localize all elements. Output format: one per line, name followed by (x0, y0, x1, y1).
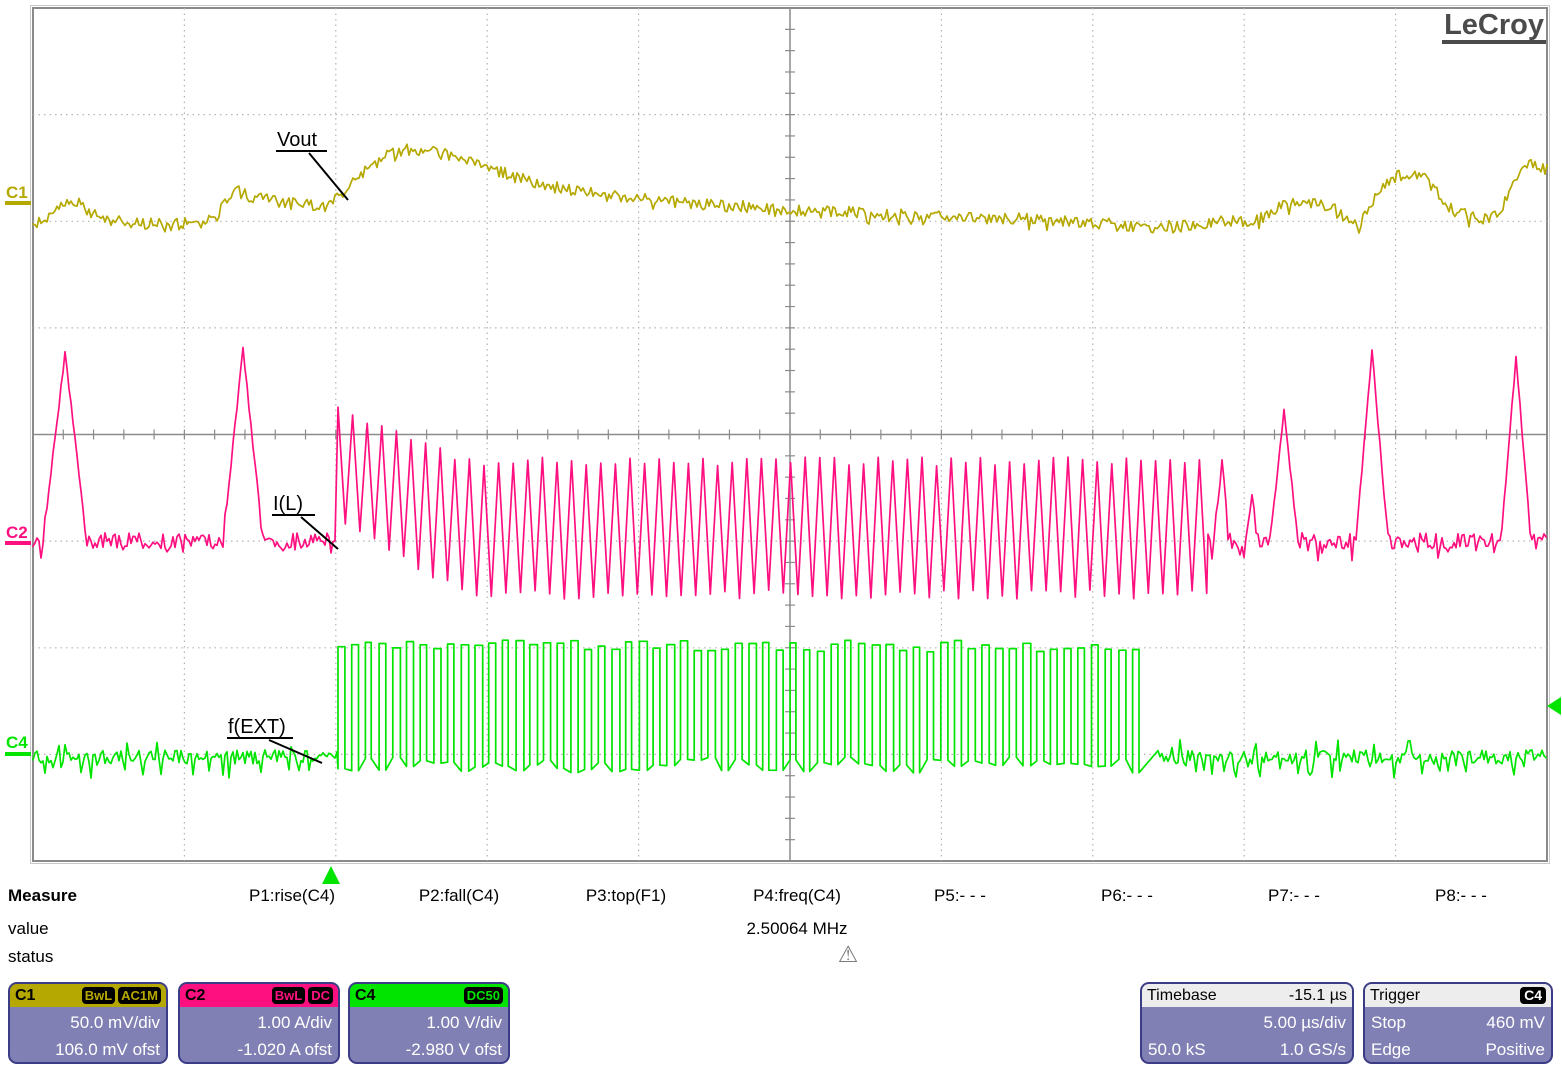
channel-position-markers: C1 C2 C4 (5, 183, 31, 756)
channel-id: C4 (355, 987, 375, 1005)
channel-box-c1-body: 50.0 mV/div 106.0 mV ofst (10, 1007, 166, 1064)
channel-box-c1[interactable]: C1 BwL AC1M 50.0 mV/div 106.0 mV ofst (8, 982, 168, 1064)
measure-value-p4: 2.50064 MHz (746, 919, 847, 939)
channel-box-c2-body: 1.00 A/div -1.020 A ofst (180, 1007, 338, 1064)
channel-box-c4-header: C4 DC50 (350, 984, 508, 1007)
measure-param-p3[interactable]: P3:top(F1) (586, 886, 666, 906)
bandwidth-limit-badge: BwL (82, 987, 115, 1004)
trigger-header: Trigger C4 (1365, 984, 1551, 1007)
vertical-scale: 50.0 mV/div (16, 1009, 160, 1036)
trigger-type: Edge (1371, 1036, 1411, 1063)
timebase-title: Timebase (1147, 987, 1217, 1005)
scope-display: C1 C2 C4 Vout I(L) f(EXT) (0, 0, 1562, 890)
channel-box-c2[interactable]: C2 BwL DC 1.00 A/div -1.020 A ofst (178, 982, 340, 1064)
timebase-header: Timebase -15.1 µs (1142, 984, 1352, 1007)
fext-label: f(EXT) (228, 716, 286, 738)
coupling-badge: DC50 (464, 987, 503, 1004)
channel-badges: BwL AC1M (79, 987, 161, 1004)
vout-pointer-line (309, 153, 348, 200)
vertical-offset: 106.0 mV ofst (16, 1036, 160, 1063)
channel-box-c1-header: C1 BwL AC1M (10, 984, 166, 1007)
channel-badges: BwL DC (269, 987, 333, 1004)
trace-annotations: Vout I(L) f(EXT) (227, 129, 348, 763)
channel-id: C2 (185, 987, 205, 1005)
measure-param-p1[interactable]: P1:rise(C4) (249, 886, 335, 906)
measure-param-p2[interactable]: P2:fall(C4) (419, 886, 499, 906)
c4-offset-dash (5, 752, 31, 756)
status-row-label: status (8, 947, 53, 967)
lecroy-logo: LeCroy (1442, 10, 1546, 44)
channel-id: C1 (15, 987, 35, 1005)
timebase-delay: -15.1 µs (1289, 987, 1347, 1005)
bandwidth-limit-badge: BwL (272, 987, 305, 1004)
c4-trace-ext-clock[interactable] (33, 640, 1546, 778)
sample-rate: 1.0 GS/s (1280, 1036, 1346, 1063)
timebase-box[interactable]: Timebase -15.1 µs 5.00 µs/div 50.0 kS 1.… (1140, 982, 1354, 1064)
c1-channel-marker[interactable]: C1 (6, 183, 28, 202)
c4-channel-marker[interactable]: C4 (6, 733, 28, 752)
channel-box-c2-header: C2 BwL DC (180, 984, 338, 1007)
vertical-scale: 1.00 V/div (356, 1009, 502, 1036)
vertical-offset: -1.020 A ofst (186, 1036, 332, 1063)
measure-param-p5[interactable]: P5:- - - (934, 886, 986, 906)
trigger-slope: Positive (1485, 1036, 1545, 1063)
channel-box-c4[interactable]: C4 DC50 1.00 V/div -2.980 V ofst (348, 982, 510, 1064)
trigger-mode: Stop (1371, 1009, 1406, 1036)
trigger-level: 460 mV (1486, 1009, 1545, 1036)
c2-offset-dash (5, 541, 31, 545)
sample-count: 50.0 kS (1148, 1036, 1206, 1063)
vertical-scale: 1.00 A/div (186, 1009, 332, 1036)
c2-channel-marker[interactable]: C2 (6, 523, 28, 542)
warning-icon: ⚠ (838, 942, 859, 968)
vertical-offset: -2.980 V ofst (356, 1036, 502, 1063)
time-per-div: 5.00 µs/div (1263, 1009, 1346, 1036)
coupling-badge: AC1M (118, 987, 161, 1004)
measure-title[interactable]: Measure (8, 886, 77, 906)
il-label: I(L) (273, 493, 303, 515)
measure-param-p7[interactable]: P7:- - - (1268, 886, 1320, 906)
timebase-body: 5.00 µs/div 50.0 kS 1.0 GS/s (1142, 1007, 1352, 1064)
measure-param-p8[interactable]: P8:- - - (1435, 886, 1487, 906)
value-row-label: value (8, 919, 49, 939)
c1-offset-dash (5, 201, 31, 205)
trigger-title: Trigger (1370, 987, 1420, 1005)
measure-param-p4[interactable]: P4:freq(C4) (753, 886, 841, 906)
channel-badges: DC50 (461, 987, 503, 1004)
trigger-source-badge: C4 (1520, 987, 1546, 1004)
measure-param-p6[interactable]: P6:- - - (1101, 886, 1153, 906)
trigger-body: Stop 460 mV Edge Positive (1365, 1007, 1551, 1064)
channel-box-c4-body: 1.00 V/div -2.980 V ofst (350, 1007, 508, 1064)
trigger-box[interactable]: Trigger C4 Stop 460 mV Edge Positive (1363, 982, 1553, 1064)
vout-label: Vout (277, 129, 317, 151)
trigger-time-marker[interactable] (322, 866, 340, 884)
coupling-badge: DC (308, 987, 333, 1004)
